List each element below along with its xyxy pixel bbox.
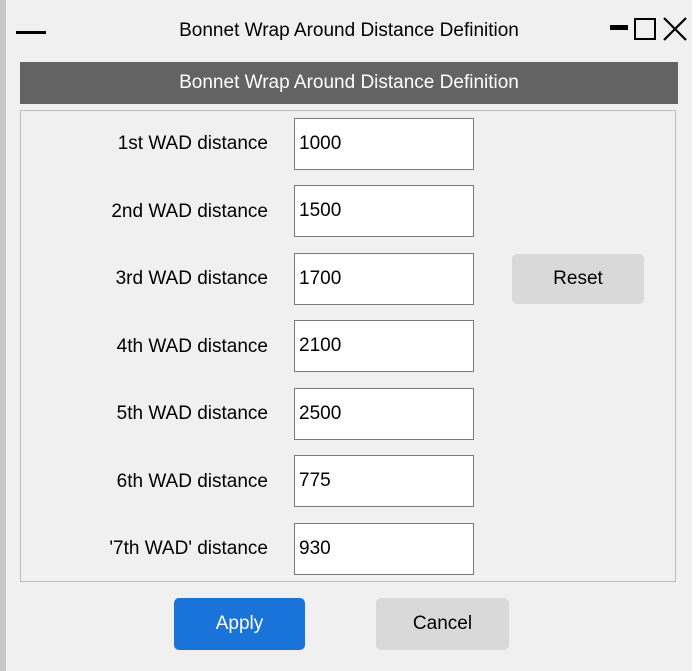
wad-3-label: 3rd WAD distance	[115, 268, 268, 289]
apply-button[interactable]: Apply	[174, 598, 305, 650]
wad-5-label: 5th WAD distance	[116, 403, 268, 424]
wad-3-input[interactable]	[294, 253, 474, 305]
cancel-button[interactable]: Cancel	[376, 598, 509, 650]
wad-7-label: '7th WAD' distance	[109, 538, 268, 559]
wad-6-input[interactable]	[294, 455, 474, 507]
wad-1-input[interactable]	[294, 118, 474, 170]
minimize-icon[interactable]	[610, 18, 628, 40]
wad-2-input[interactable]	[294, 185, 474, 237]
wad-7-input[interactable]	[294, 523, 474, 575]
close-icon[interactable]	[662, 16, 688, 42]
wad-1-label: 1st WAD distance	[117, 133, 268, 154]
reset-button[interactable]: Reset	[512, 254, 644, 304]
wad-2-label: 2nd WAD distance	[111, 201, 268, 222]
window-title: Bonnet Wrap Around Distance Definition	[179, 20, 519, 41]
wad-5-input[interactable]	[294, 388, 474, 440]
maximize-icon[interactable]	[634, 18, 656, 40]
wad-4-input[interactable]	[294, 320, 474, 372]
dialog-window: Bonnet Wrap Around Distance Definition B…	[0, 0, 698, 671]
title-bar: Bonnet Wrap Around Distance Definition	[6, 0, 692, 60]
wad-4-label: 4th WAD distance	[116, 336, 268, 357]
section-header: Bonnet Wrap Around Distance Definition	[20, 62, 678, 104]
wad-6-label: 6th WAD distance	[116, 471, 268, 492]
